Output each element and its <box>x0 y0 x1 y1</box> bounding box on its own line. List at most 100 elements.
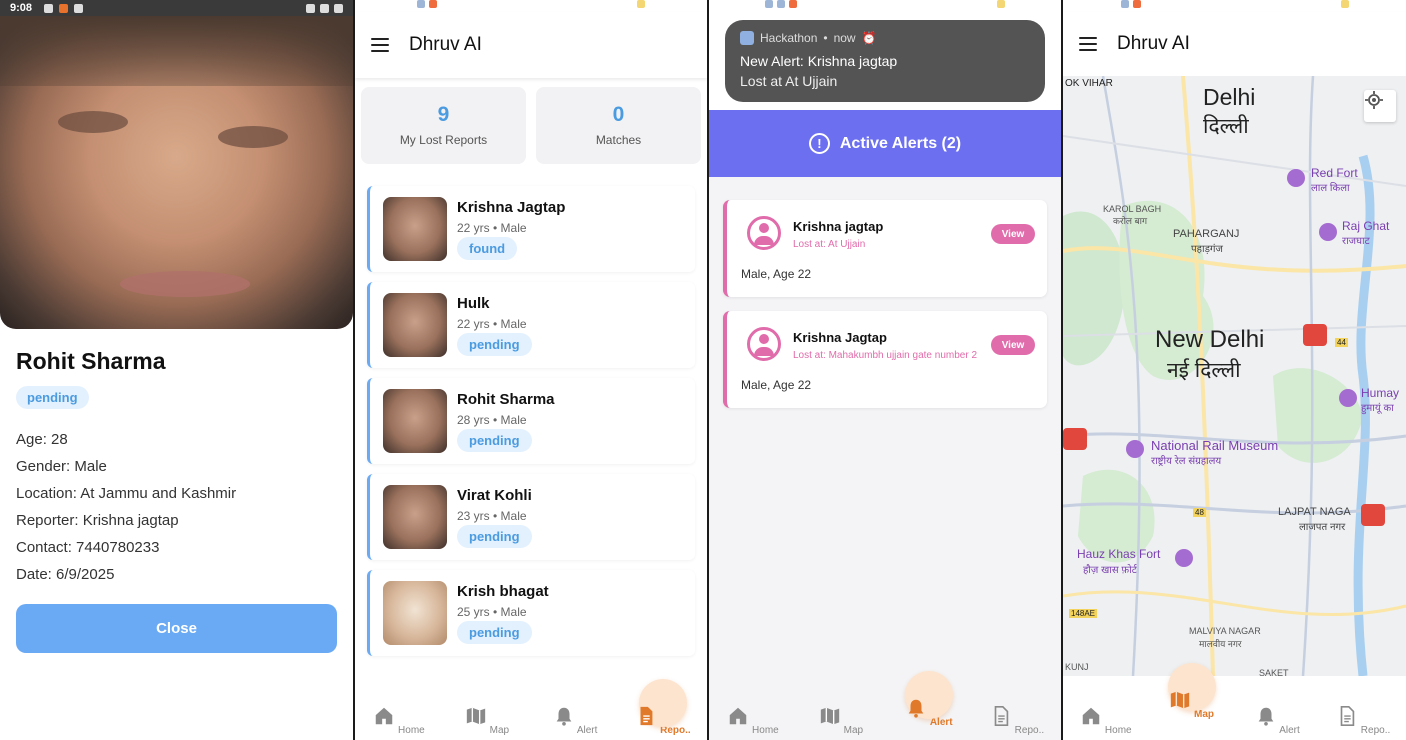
map-label: राष्ट्रीय रेल संग्रहालय <box>1151 456 1222 467</box>
alert-description: Male, Age 22 <box>741 267 812 281</box>
info-date: Date: 6/9/2025 <box>16 566 115 583</box>
info-location: Location: At Jammu and Kashmir <box>16 485 237 502</box>
info-gender: Gender: Male <box>16 458 107 475</box>
map-view[interactable]: OK VIHAR Delhi दिल्ली Red Fort लाल किला … <box>1063 76 1406 676</box>
person-info: Age: 28 Gender: Male Location: At Jammu … <box>16 426 236 588</box>
report-details: 22 yrs • Male <box>457 317 527 331</box>
map-label: PAHARGANJ <box>1173 228 1240 240</box>
status-badge: pending <box>16 386 89 409</box>
report-name: Rohit Sharma <box>457 391 555 408</box>
map-label: राजघाट <box>1342 236 1370 247</box>
alerts-screen: Hackathon • now ⏰ New Alert: Krishna jag… <box>709 0 1061 740</box>
map-label: Delhi <box>1203 84 1256 110</box>
map-label: New Delhi <box>1155 326 1265 353</box>
report-details: 23 yrs • Male <box>457 509 527 523</box>
status-badge: found <box>457 237 518 260</box>
alert-location: Lost at: Mahakumbh ujjain gate number 2 <box>793 350 977 361</box>
nav-map[interactable]: Map <box>452 705 522 736</box>
alarm-icon: ⏰ <box>861 31 877 45</box>
person-name: Rohit Sharma <box>16 348 166 374</box>
nav-alert[interactable]: Alert <box>1242 705 1312 736</box>
banner-text: Active Alerts (2) <box>839 134 962 152</box>
status-time: 9:08 <box>10 2 33 14</box>
view-button[interactable]: View <box>991 224 1035 244</box>
nav-map[interactable]: Map <box>806 705 876 736</box>
report-card[interactable]: Rohit Sharma 28 yrs • Male pending <box>367 378 695 464</box>
nav-reports[interactable]: Repo.. <box>982 705 1052 736</box>
menu-icon[interactable] <box>1079 37 1097 51</box>
status-bar: 9:08 <box>0 0 353 16</box>
detail-screen: 9:08 Rohit Sharma pending Age: 28 Gender… <box>0 0 353 740</box>
map-label: Raj Ghat <box>1342 219 1390 233</box>
road-sign: 44 <box>1335 338 1348 347</box>
map-label: नई दिल्ली <box>1167 359 1241 382</box>
nav-alert[interactable]: Alert <box>540 705 610 736</box>
nav-reports[interactable]: Repo.. <box>1328 705 1398 736</box>
map-icon <box>466 707 486 725</box>
document-icon <box>994 706 1009 726</box>
bottom-nav: Home Map Alert Repo.. <box>1063 663 1406 740</box>
report-card[interactable]: Hulk 22 yrs • Male pending <box>367 282 695 368</box>
nav-label: Repo.. <box>1014 725 1045 736</box>
report-photo <box>383 293 447 357</box>
my-location-button[interactable] <box>1364 90 1396 122</box>
status-bar <box>1063 0 1406 12</box>
report-card[interactable]: Virat Kohli 23 yrs • Male pending <box>367 474 695 560</box>
alert-description: Male, Age 22 <box>741 378 812 392</box>
map-label: KAROL BAGH <box>1103 204 1162 214</box>
report-name: Krish bhagat <box>457 583 549 600</box>
nav-map[interactable]: Map <box>1157 663 1227 720</box>
map-label: Red Fort <box>1311 166 1358 180</box>
map-label: KUNJ <box>1065 662 1089 672</box>
notification-app: Hackathon <box>760 31 818 45</box>
push-notification[interactable]: Hackathon • now ⏰ New Alert: Krishna jag… <box>725 20 1045 102</box>
report-photo <box>383 197 447 261</box>
report-name: Virat Kohli <box>457 487 532 504</box>
document-icon <box>640 706 653 726</box>
nav-label: Map <box>843 725 864 736</box>
stat-lost-reports[interactable]: 9 My Lost Reports <box>361 87 526 164</box>
nav-label: Alert <box>1279 725 1300 736</box>
status-badge: pending <box>457 621 532 644</box>
crosshair-icon <box>1365 91 1383 109</box>
report-card[interactable]: Krish bhagat 25 yrs • Male pending <box>367 570 695 656</box>
app-title: Dhruv AI <box>409 34 482 55</box>
report-name: Hulk <box>457 295 490 312</box>
person-photo <box>0 16 353 329</box>
alert-card[interactable]: Krishna jagtap Lost at: At Ujjain View M… <box>723 200 1047 297</box>
map-label: SAKET <box>1259 668 1289 676</box>
nav-reports[interactable]: Repo.. <box>628 679 698 736</box>
nav-label: Map <box>1194 709 1215 720</box>
telegram-status-icon <box>74 3 84 13</box>
alert-card[interactable]: Krishna Jagtap Lost at: Mahakumbh ujjain… <box>723 311 1047 408</box>
menu-icon[interactable] <box>371 38 389 52</box>
map-label: MALVIYA NAGAR <box>1189 626 1261 636</box>
bell-icon <box>556 707 571 726</box>
close-button[interactable]: Close <box>16 604 337 653</box>
notification-status-icon <box>59 3 69 13</box>
map-label: हुमायूं का <box>1361 403 1394 414</box>
stat-matches[interactable]: 0 Matches <box>536 87 701 164</box>
stat-label: Matches <box>595 133 642 147</box>
person-icon <box>747 327 781 361</box>
map-label: Humay <box>1361 386 1400 400</box>
map-icon <box>1171 691 1190 709</box>
nav-alert[interactable]: Alert <box>894 671 964 728</box>
report-photo <box>383 485 447 549</box>
nav-home[interactable]: Home <box>718 705 788 736</box>
map-label: LAJPAT NAGA <box>1278 506 1351 518</box>
status-bar <box>355 0 707 12</box>
report-details: 22 yrs • Male <box>457 221 527 235</box>
bell-icon <box>1258 707 1274 726</box>
stats-row: 9 My Lost Reports 0 Matches <box>361 87 701 164</box>
nav-label: Home <box>1104 725 1132 736</box>
nav-label: Home <box>398 725 425 736</box>
nav-home[interactable]: Home <box>364 705 434 736</box>
report-name: Krishna Jagtap <box>457 199 566 216</box>
nav-label: Alert <box>929 717 953 728</box>
map-screen: Dhruv AI OK VIHAR Delhi दिल्ली Red Fort … <box>1063 0 1406 740</box>
nav-home[interactable]: Home <box>1071 705 1141 736</box>
report-card[interactable]: Krishna Jagtap 22 yrs • Male found <box>367 186 695 272</box>
view-button[interactable]: View <box>991 335 1035 355</box>
report-list: Krishna Jagtap 22 yrs • Male found Hulk … <box>367 186 695 666</box>
